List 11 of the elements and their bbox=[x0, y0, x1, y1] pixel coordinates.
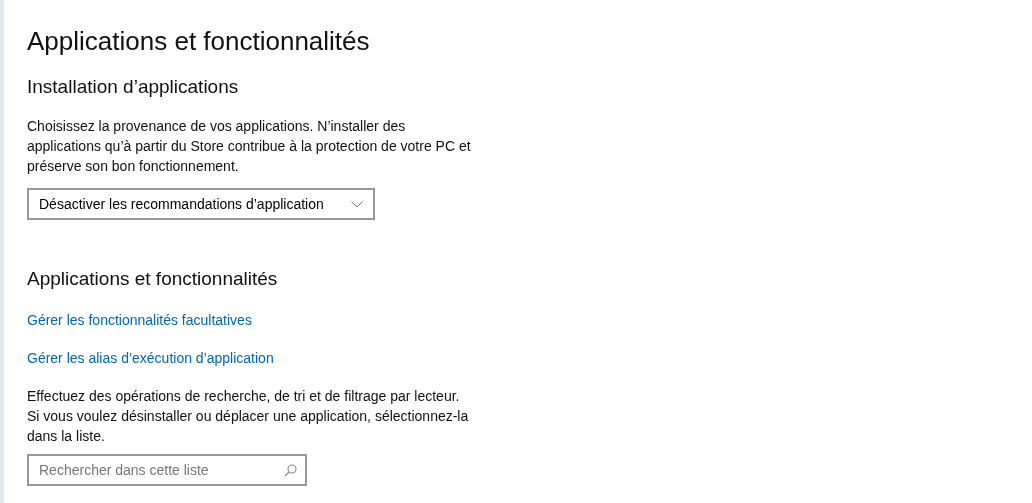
description-text: Effectuez des opérations de recherche, de tri et de filtrage par lecteur. Si vous voulez désinstaller ou déplacer une application, sélectionnez-la dans la liste. bbox=[27, 387, 470, 446]
dropdown[interactable]: Désactiver les recommandations d’application bbox=[27, 188, 375, 220]
chevron-down-icon bbox=[351, 200, 363, 208]
search-icon bbox=[284, 464, 297, 477]
search-field[interactable]: Rechercher dans cette liste bbox=[27, 454, 307, 486]
settings-link[interactable]: Gérer les alias d’exécution d’application bbox=[27, 348, 274, 368]
description-text: Choisissez la provenance de vos applications. N’installer des applications qu’à partir du Store contribue à la protection de votre PC et préserve son bon fonctionnement. bbox=[27, 117, 472, 176]
section-heading: Applications et fonctionnalités bbox=[27, 267, 279, 291]
settings-link[interactable]: Gérer les fonctionnalités facultatives bbox=[27, 310, 252, 330]
page-title: Applications et fonctionnalités bbox=[27, 25, 371, 58]
section-heading: Installation d’applications bbox=[27, 75, 240, 99]
